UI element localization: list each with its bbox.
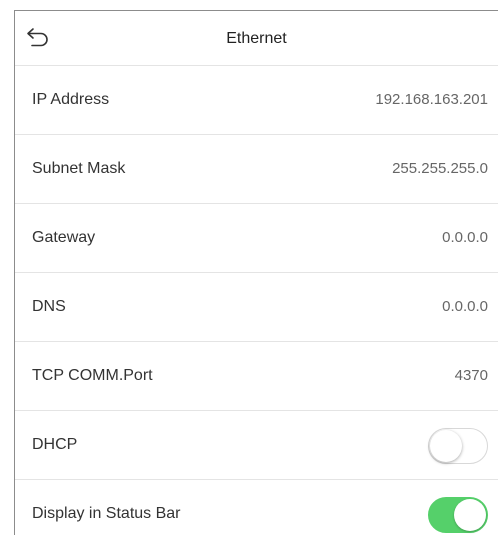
subnet-mask-row[interactable]: Subnet Mask 255.255.255.0	[15, 135, 498, 204]
setting-label: Display in Status Bar	[32, 505, 181, 522]
dhcp-toggle[interactable]	[428, 428, 488, 464]
display-in-status-bar-toggle[interactable]	[428, 497, 488, 533]
setting-label: Subnet Mask	[32, 160, 126, 177]
dhcp-row: DHCP	[15, 411, 498, 480]
setting-value: 255.255.255.0	[392, 160, 488, 177]
dns-row[interactable]: DNS 0.0.0.0	[15, 273, 498, 342]
header-bar: Ethernet	[15, 11, 498, 66]
tcp-comm-port-row[interactable]: TCP COMM.Port 4370	[15, 342, 498, 411]
setting-label: TCP COMM.Port	[32, 367, 153, 384]
toggle-knob	[430, 430, 462, 462]
settings-list: IP Address 192.168.163.201 Subnet Mask 2…	[15, 66, 498, 535]
setting-label: DNS	[32, 298, 66, 315]
setting-value: 0.0.0.0	[442, 298, 488, 315]
setting-value: 4370	[454, 367, 488, 384]
ip-address-row[interactable]: IP Address 192.168.163.201	[15, 66, 498, 135]
gateway-row[interactable]: Gateway 0.0.0.0	[15, 204, 498, 273]
page-title: Ethernet	[226, 30, 287, 47]
setting-label: IP Address	[32, 91, 110, 108]
ethernet-settings-screen: Ethernet IP Address 192.168.163.201 Subn…	[14, 10, 498, 535]
display-in-status-bar-row: Display in Status Bar	[15, 480, 498, 535]
toggle-knob	[454, 499, 486, 531]
setting-value: 0.0.0.0	[442, 229, 488, 246]
setting-value: 192.168.163.201	[375, 91, 488, 108]
setting-label: Gateway	[32, 229, 96, 246]
setting-label: DHCP	[32, 436, 78, 453]
